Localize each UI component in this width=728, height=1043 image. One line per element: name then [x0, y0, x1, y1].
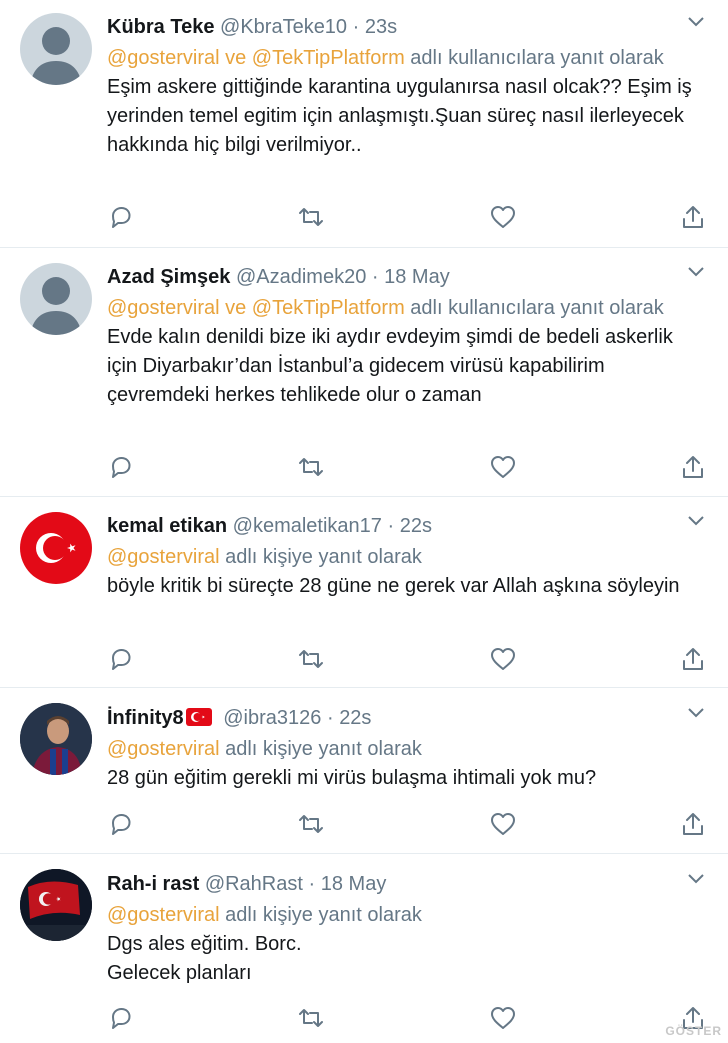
reply-context: @gosterviral adlı kişiye yanıt olarak	[107, 543, 702, 572]
timestamp[interactable]: 18 May	[384, 266, 450, 288]
handle[interactable]: @RahRast	[205, 873, 303, 895]
chevron-down-icon[interactable]	[686, 703, 706, 723]
tweet[interactable]: Rah-i rast @RahRast · 18 May @gostervira…	[0, 854, 728, 1043]
chevron-down-icon[interactable]	[686, 262, 706, 282]
display-name[interactable]: kemal etikan	[107, 515, 227, 537]
tweet-text: 28 gün eğitim gerekli mi virüs bulaşma i…	[107, 767, 597, 789]
reply-context-label: adlı kişiye yanıt olarak	[219, 546, 422, 568]
tweet-actions	[107, 645, 707, 673]
tweet-body: @gosterviral adlı kişiye yanıt olarak 28…	[107, 735, 702, 793]
tweet-text: Evde kalın denildi bize iki aydır evdeyi…	[107, 326, 673, 406]
timestamp[interactable]: 23s	[365, 16, 397, 38]
handle[interactable]: @KbraTeke10	[220, 16, 347, 38]
timestamp[interactable]: 22s	[339, 707, 371, 729]
mention-link[interactable]: @gosterviral ve @TekTipPlatform	[107, 47, 405, 69]
reply-icon[interactable]	[107, 645, 135, 673]
separator: ·	[387, 515, 395, 537]
tweet-text: Dgs ales eğitim. Borc. Gelecek planları	[107, 933, 302, 984]
reply-context: @gosterviral adlı kişiye yanıt olarak	[107, 901, 702, 930]
default-avatar-icon[interactable]	[20, 263, 92, 335]
tweet-text: böyle kritik bi süreçte 28 güne ne gerek…	[107, 575, 680, 597]
reply-context-label: adlı kişiye yanıt olarak	[219, 904, 422, 926]
like-icon[interactable]	[489, 645, 517, 673]
separator: ·	[371, 266, 379, 288]
like-icon[interactable]	[489, 810, 517, 838]
chevron-down-icon[interactable]	[686, 511, 706, 531]
tweet-body: @gosterviral ve @TekTipPlatform adlı kul…	[107, 294, 702, 410]
tweet-header: Azad Şimşek @Azadimek20 · 18 May	[107, 264, 450, 290]
reply-icon[interactable]	[107, 810, 135, 838]
tweet-header: kemal etikan @kemaletikan17 · 22s	[107, 513, 432, 539]
tweet-header: Kübra Teke @KbraTeke10 · 23s	[107, 14, 397, 40]
retweet-icon[interactable]	[297, 203, 325, 231]
reply-context-label: adlı kullanıcılara yanıt olarak	[404, 297, 664, 319]
retweet-icon[interactable]	[297, 810, 325, 838]
display-name[interactable]: İnfinity8	[107, 707, 184, 729]
tweet-header: Rah-i rast @RahRast · 18 May	[107, 871, 386, 897]
handle[interactable]: @kemaletikan17	[233, 515, 382, 537]
retweet-icon[interactable]	[297, 1004, 325, 1032]
like-icon[interactable]	[489, 453, 517, 481]
timestamp[interactable]: 22s	[400, 515, 432, 537]
like-icon[interactable]	[489, 203, 517, 231]
handle[interactable]: @ibra3126	[223, 707, 321, 729]
mention-link[interactable]: @gosterviral	[107, 546, 220, 568]
turkish-flag-avatar-icon[interactable]	[20, 512, 92, 584]
default-avatar-icon[interactable]	[20, 13, 92, 85]
chevron-down-icon[interactable]	[686, 869, 706, 889]
display-name[interactable]: Kübra Teke	[107, 16, 214, 38]
chevron-down-icon[interactable]	[686, 12, 706, 32]
separator: ·	[308, 873, 316, 895]
tweet-actions	[107, 203, 707, 231]
football-player-avatar-icon[interactable]	[20, 703, 92, 775]
retweet-icon[interactable]	[297, 645, 325, 673]
like-icon[interactable]	[489, 1004, 517, 1032]
tweet-body: @gosterviral adlı kişiye yanıt olarak Dg…	[107, 901, 702, 988]
tweet-header: İnfinity8 @ibra3126 · 22s	[107, 705, 371, 731]
reply-context-label: adlı kullanıcılara yanıt olarak	[404, 47, 664, 69]
share-icon[interactable]	[679, 810, 707, 838]
reply-context-label: adlı kişiye yanıt olarak	[219, 738, 422, 760]
reply-context: @gosterviral ve @TekTipPlatform adlı kul…	[107, 44, 702, 73]
mention-link[interactable]: @gosterviral	[107, 904, 220, 926]
reply-context: @gosterviral adlı kişiye yanıt olarak	[107, 735, 702, 764]
mention-link[interactable]: @gosterviral ve @TekTipPlatform	[107, 297, 405, 319]
separator: ·	[352, 16, 360, 38]
tweet-body: @gosterviral ve @TekTipPlatform adlı kul…	[107, 44, 702, 160]
tweet-actions	[107, 810, 707, 838]
timestamp[interactable]: 18 May	[321, 873, 387, 895]
share-icon[interactable]	[679, 203, 707, 231]
tweet-actions	[107, 453, 707, 481]
handle[interactable]: @Azadimek20	[236, 266, 366, 288]
watermark-logo: GÖSTER	[665, 1024, 722, 1038]
tweet[interactable]: İnfinity8 @ibra3126 · 22s @gosterviral a…	[0, 688, 728, 854]
separator: ·	[326, 707, 334, 729]
retweet-icon[interactable]	[297, 453, 325, 481]
tweet-body: @gosterviral adlı kişiye yanıt olarak bö…	[107, 543, 702, 601]
tweet[interactable]: Azad Şimşek @Azadimek20 · 18 May @goster…	[0, 248, 728, 497]
reply-icon[interactable]	[107, 453, 135, 481]
reply-icon[interactable]	[107, 203, 135, 231]
turkish-flag-icon	[185, 708, 212, 726]
tweet[interactable]: Kübra Teke @KbraTeke10 · 23s @gostervira…	[0, 0, 728, 248]
display-name[interactable]: Azad Şimşek	[107, 266, 230, 288]
mention-link[interactable]: @gosterviral	[107, 738, 220, 760]
share-icon[interactable]	[679, 645, 707, 673]
tweet[interactable]: kemal etikan @kemaletikan17 · 22s @goste…	[0, 497, 728, 688]
reply-context: @gosterviral ve @TekTipPlatform adlı kul…	[107, 294, 702, 323]
reply-icon[interactable]	[107, 1004, 135, 1032]
display-name[interactable]: Rah-i rast	[107, 873, 199, 895]
share-icon[interactable]	[679, 453, 707, 481]
flag-photo-avatar-icon[interactable]	[20, 869, 92, 941]
tweet-text: Eşim askere gittiğinde karantina uygulan…	[107, 76, 692, 156]
tweet-actions	[107, 1004, 707, 1032]
